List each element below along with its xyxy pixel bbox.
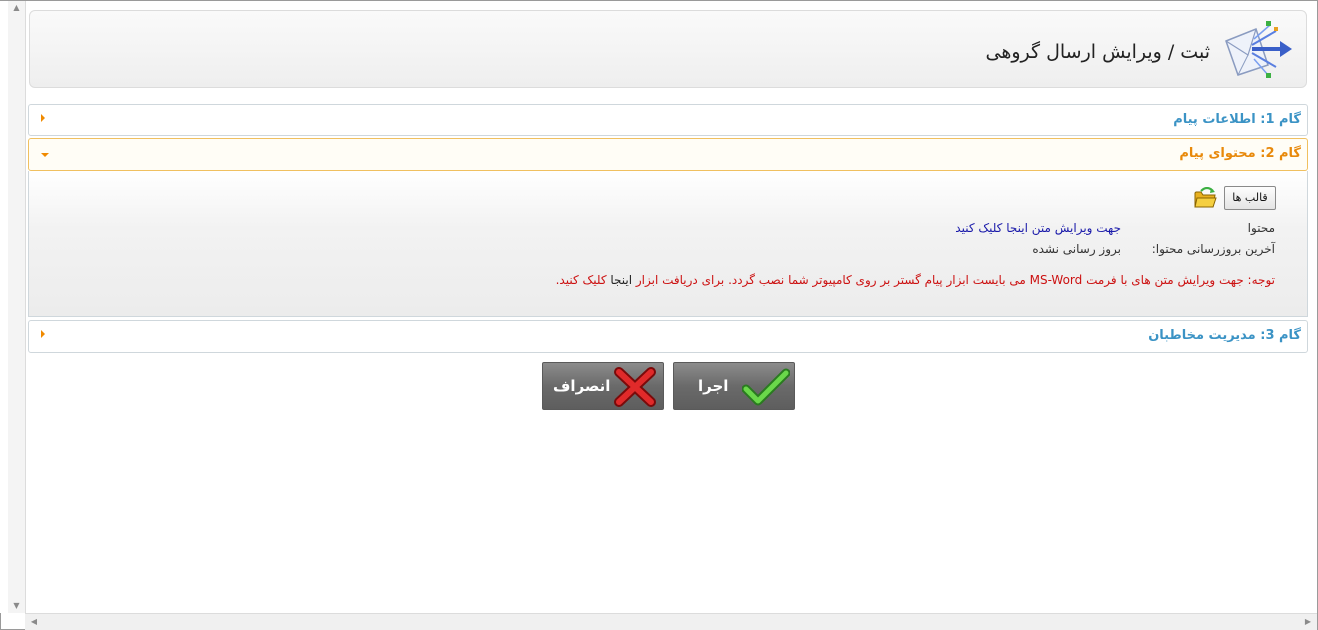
close-icon — [614, 367, 656, 407]
scroll-up-icon[interactable]: ▲ — [8, 1, 25, 15]
download-tool-link[interactable]: اینجا — [610, 273, 632, 287]
checkmark-icon — [742, 368, 790, 406]
step-3-header[interactable]: گام 3: مدیریت مخاطبان — [28, 320, 1308, 353]
page-header: ثبت / ویرایش ارسال گروهی — [29, 10, 1307, 88]
scroll-down-icon[interactable]: ▼ — [8, 599, 25, 613]
step-3-label: گام 3: مدیریت مخاطبان — [1148, 328, 1301, 343]
msword-note: توجه: جهت ویرایش متن های با فرمت MS-Word… — [556, 273, 1275, 287]
edit-content-link[interactable]: جهت ویرایش متن اینجا کلیک کنید — [955, 221, 1121, 235]
step-2-content: قالب ها محتوا جهت ویرایش متن اینجا کلیک … — [28, 171, 1308, 317]
page-title: ثبت / ویرایش ارسال گروهی — [985, 41, 1210, 63]
chevron-right-icon — [41, 114, 45, 122]
scroll-left-icon[interactable]: ◀ — [27, 614, 41, 630]
step-2-header[interactable]: گام 2: محتوای پیام — [28, 138, 1308, 171]
cancel-label: انصراف — [553, 377, 611, 395]
step-2-label: گام 2: محتوای پیام — [1179, 146, 1301, 161]
open-folder-icon[interactable] — [1193, 187, 1217, 209]
templates-button[interactable]: قالب ها — [1224, 186, 1276, 210]
scroll-right-icon[interactable]: ▶ — [1301, 614, 1315, 630]
step-1-header[interactable]: گام 1: اطلاعات پیام — [28, 104, 1308, 136]
content-label: محتوا — [1247, 221, 1275, 235]
last-update-label: آخرین بروزرسانی محتوا: — [1151, 242, 1275, 256]
step-1-label: گام 1: اطلاعات پیام — [1173, 112, 1301, 127]
chevron-right-icon — [41, 330, 45, 338]
run-button[interactable]: اجرا — [673, 362, 795, 410]
note-suffix: کلیک کنید. — [555, 273, 611, 287]
bulk-send-mail-icon — [1225, 21, 1292, 78]
last-update-value: بروز رسانی نشده — [1032, 242, 1121, 256]
vertical-scrollbar[interactable]: ▲ ▼ — [8, 1, 26, 613]
cancel-button[interactable]: انصراف — [542, 362, 664, 410]
run-label: اجرا — [698, 377, 729, 395]
horizontal-scrollbar[interactable]: ◀ ▶ — [25, 613, 1317, 630]
chevron-down-icon — [41, 153, 49, 157]
note-text: توجه: جهت ویرایش متن های با فرمت MS-Word… — [632, 273, 1275, 287]
